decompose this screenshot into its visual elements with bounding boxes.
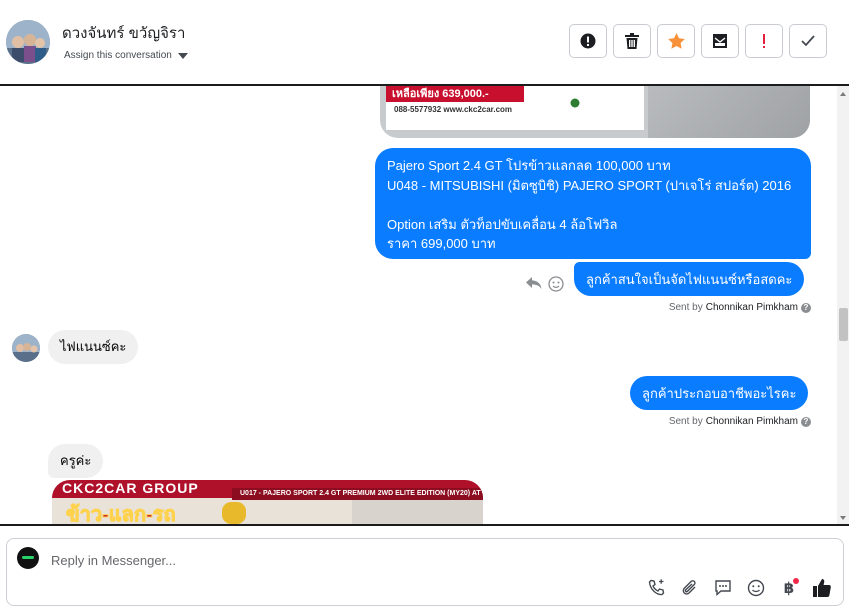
assign-conversation-dropdown[interactable]: Assign this conversation: [64, 50, 188, 61]
ad-logo: [570, 98, 580, 110]
reply-input[interactable]: [51, 551, 651, 569]
emoji-button[interactable]: [745, 577, 767, 599]
sent-by-prefix: Sent by: [668, 302, 703, 313]
composer-tools: ฿: [646, 577, 833, 599]
reply-composer: ฿: [6, 538, 844, 606]
assign-label: Assign this conversation: [64, 50, 172, 61]
sent-by-agent: Chonnikan Pimkham: [705, 416, 798, 427]
phone-icon: [648, 579, 665, 596]
page-avatar: [17, 547, 39, 569]
conversation-actions: [569, 24, 827, 58]
alert-circle-icon: [580, 33, 596, 49]
check-icon: [801, 35, 815, 47]
scroll-up-arrow-icon[interactable]: [840, 92, 846, 96]
envelope-icon: [713, 34, 727, 48]
reply-icon[interactable]: [525, 275, 543, 291]
ad-contact-text: 088-5577932 www.ckc2car.com: [394, 105, 513, 114]
like-icon: [813, 579, 831, 597]
caret-down-icon: [177, 52, 188, 59]
star-button[interactable]: [657, 24, 695, 58]
promo-banner-text: U017 - PAJERO SPORT 2.4 GT PREMIUM 2WD E…: [232, 488, 483, 500]
help-icon[interactable]: ?: [801, 302, 811, 313]
react-emoji-icon[interactable]: [548, 276, 564, 292]
outgoing-message[interactable]: ลูกค้าประกอบอาชีพอะไรคะ: [630, 376, 809, 410]
emoji-icon: [747, 579, 765, 597]
contact-avatar[interactable]: [6, 20, 50, 64]
saved-reply-icon: [715, 580, 731, 597]
attachment-icon: [682, 580, 696, 595]
sent-by-label: Sent by Chonnikan Pimkham ?: [669, 302, 811, 313]
incoming-message[interactable]: ไฟแนนซ์คะ: [48, 330, 139, 364]
spam-button[interactable]: [569, 24, 607, 58]
delete-button[interactable]: [613, 24, 651, 58]
saved-replies-button[interactable]: [712, 577, 734, 599]
call-button[interactable]: [646, 577, 668, 599]
sent-by-label: Sent by Chonnikan Pimkham ?: [669, 416, 811, 427]
composer-divider: [0, 524, 849, 526]
done-button[interactable]: [789, 24, 827, 58]
exclamation-icon: [763, 34, 765, 48]
promo-logo-text: CKC2CAR GROUP: [62, 480, 199, 496]
attach-button[interactable]: [679, 577, 701, 599]
star-icon: [667, 33, 685, 49]
promo-car-photo: [352, 500, 483, 524]
scrollbar[interactable]: [837, 86, 849, 524]
message-thread[interactable]: เหลือเพียง 639,000.- 088-5577932 www.ckc…: [0, 86, 849, 524]
important-button[interactable]: [745, 24, 783, 58]
ad-price-text: เหลือเพียง 639,000.-: [386, 86, 524, 102]
outgoing-message[interactable]: Pajero Sport 2.4 GT โปรข้าวแลกลด 100,000…: [375, 148, 811, 259]
mark-unread-button[interactable]: [701, 24, 739, 58]
scroll-thumb[interactable]: [839, 308, 848, 341]
outgoing-message[interactable]: ลูกค้าสนใจเป็นจัดไฟแนนซ์หรือสดคะ: [574, 262, 805, 296]
sent-by-agent: Chonnikan Pimkham: [705, 302, 798, 313]
payment-button[interactable]: ฿: [778, 577, 800, 599]
car-ad-image[interactable]: เหลือเพียง 639,000.- 088-5577932 www.ckc…: [380, 86, 810, 138]
notification-dot: [793, 578, 799, 584]
scroll-down-arrow-icon[interactable]: [840, 516, 846, 520]
contact-avatar-small[interactable]: [12, 334, 40, 362]
ad-car-photo: [648, 86, 810, 138]
promo-gold-decoration: [222, 502, 246, 524]
help-icon[interactable]: ?: [801, 416, 811, 427]
car-promo-image[interactable]: CKC2CAR GROUP U017 - PAJERO SPORT 2.4 GT…: [52, 480, 483, 524]
incoming-message[interactable]: ครูค่ะ: [48, 444, 104, 478]
conversation-header: ดวงจันทร์ ขวัญจิรา Assign this conversat…: [0, 0, 849, 86]
contact-name[interactable]: ดวงจันทร์ ขวัญจิรา: [62, 21, 185, 45]
like-button[interactable]: [811, 577, 833, 599]
promo-slogan-text: ข้าว-แลก-รถ: [66, 504, 177, 525]
trash-icon: [625, 33, 639, 49]
sent-by-prefix: Sent by: [668, 416, 703, 427]
